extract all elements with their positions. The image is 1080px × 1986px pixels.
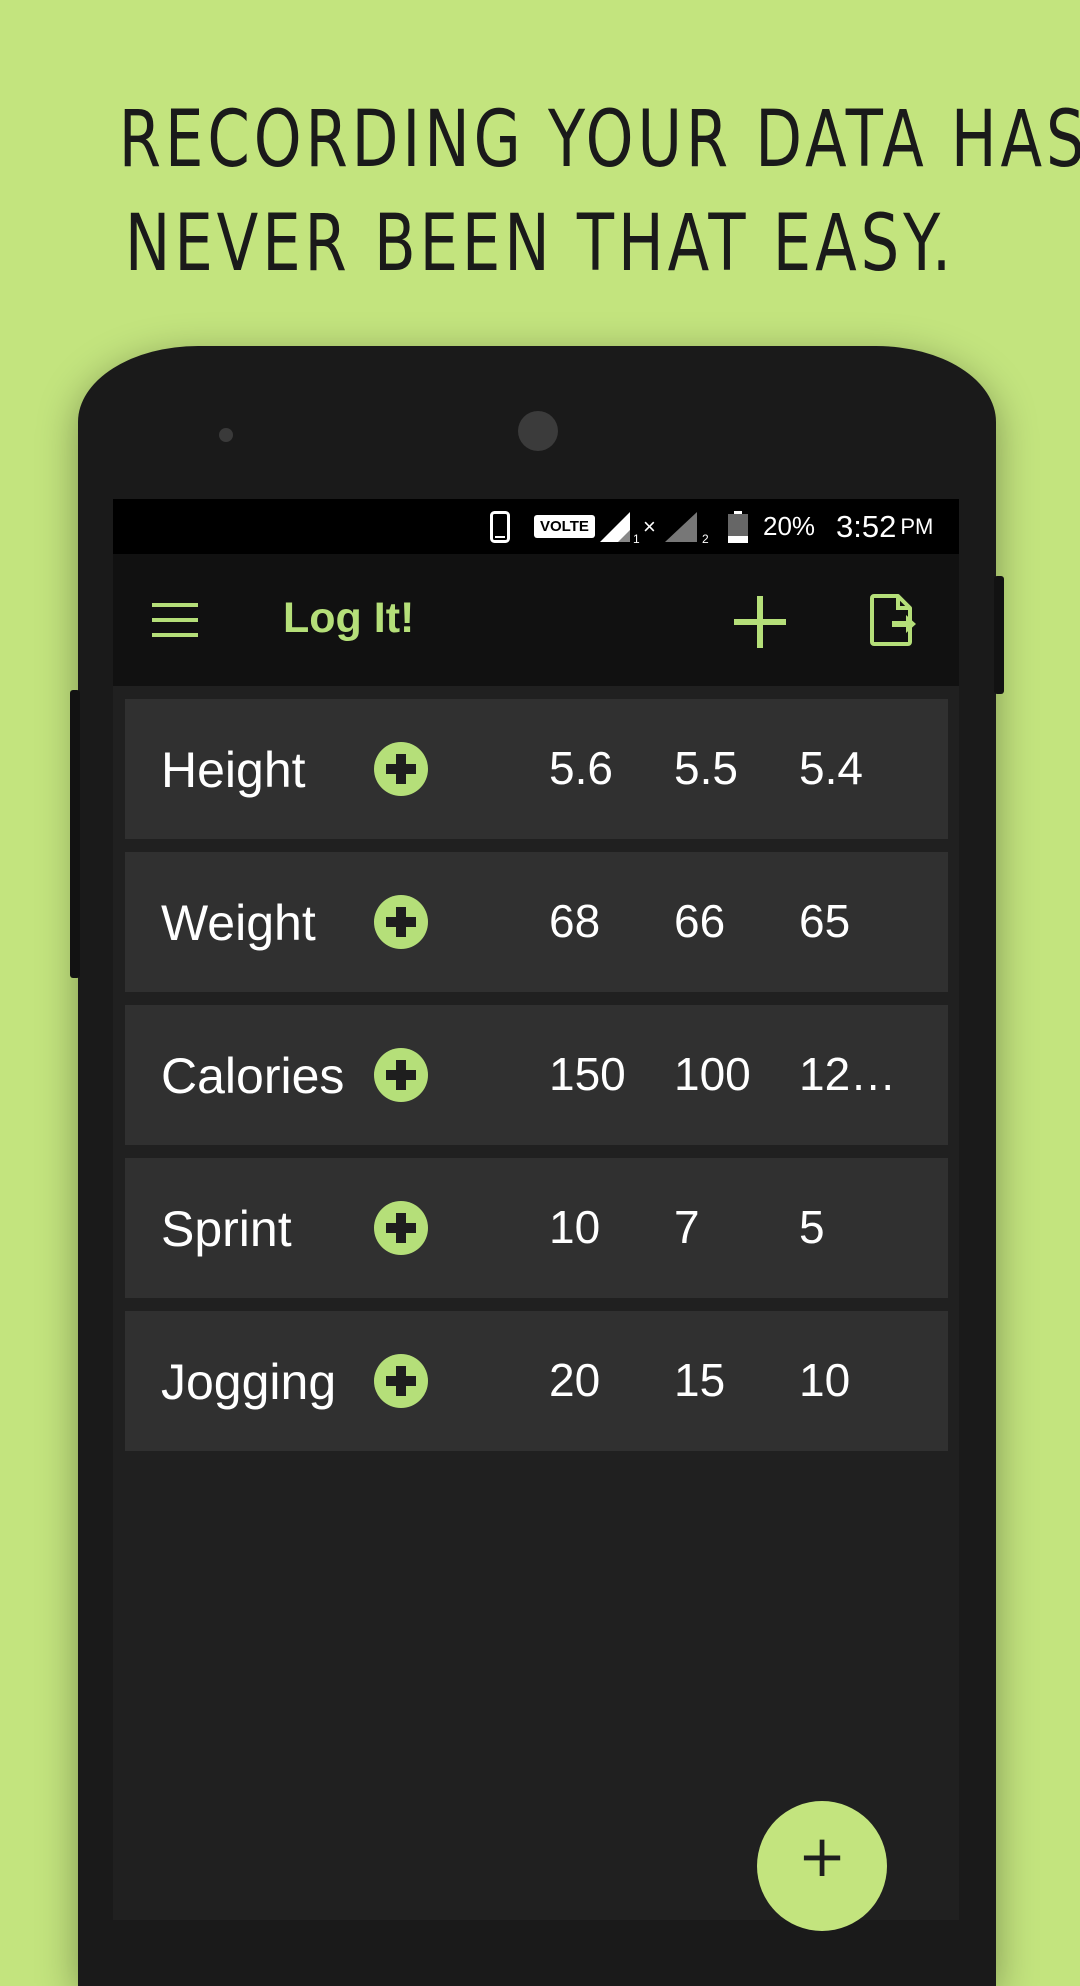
entry-value: 5.4	[799, 742, 863, 794]
entry-value: 68	[549, 895, 601, 947]
add-entry-icon[interactable]	[374, 742, 428, 796]
headline-line-1: RECORDING YOUR DATA HAS	[118, 95, 1080, 185]
phone-volume-button	[70, 690, 80, 978]
floating-add-button[interactable]: +	[757, 1801, 887, 1931]
entry-label: Calories	[161, 1048, 345, 1104]
status-bar: VOLTE 1 × 2 20% 3:52 PM	[113, 499, 959, 554]
entry-value: 150	[549, 1048, 626, 1100]
add-entry-icon[interactable]	[374, 1201, 428, 1255]
phone-camera	[518, 411, 558, 451]
entry-value: 100	[674, 1048, 751, 1100]
battery-icon	[728, 499, 748, 554]
entry-label: Weight	[161, 895, 316, 951]
clock-time: 3:52	[836, 508, 897, 544]
app-title: Log It!	[283, 594, 415, 642]
signal-icon-sim2	[665, 499, 699, 554]
phone-icon	[490, 499, 510, 554]
app-toolbar: Log It!	[113, 554, 959, 686]
entry-value: 10	[799, 1354, 851, 1406]
phone-power-button	[994, 576, 1004, 694]
clock: 3:52 PM	[836, 499, 933, 554]
entry-label: Jogging	[161, 1354, 337, 1410]
fab-plus-label: +	[797, 1822, 847, 1890]
list-item[interactable]: Height 5.6 5.5 5.4	[125, 699, 948, 839]
entry-label: Sprint	[161, 1201, 292, 1257]
export-icon[interactable]	[865, 592, 921, 648]
list-item[interactable]: Sprint 10 7 5	[125, 1158, 948, 1298]
entry-value: 5	[799, 1201, 825, 1253]
entry-value: 20	[549, 1354, 601, 1406]
entry-value: 12…	[799, 1048, 897, 1100]
battery-percentage: 20%	[763, 511, 816, 541]
list-item[interactable]: Calories 150 100 12…	[125, 1005, 948, 1145]
entry-value: 5.5	[674, 742, 738, 794]
add-entry-icon[interactable]	[374, 1048, 428, 1102]
entry-value: 10	[549, 1201, 601, 1253]
entry-value: 7	[674, 1201, 700, 1253]
menu-icon[interactable]	[149, 594, 201, 646]
entry-label: Height	[161, 742, 306, 798]
phone-sensor	[219, 428, 233, 442]
add-entry-icon[interactable]	[374, 1354, 428, 1408]
app-screen: VOLTE 1 × 2 20% 3:52 PM Log It! Height 5…	[113, 499, 959, 1920]
headline: RECORDING YOUR DATA HAS NEVER BEEN THAT …	[118, 88, 1080, 296]
no-service-mark: ×	[643, 513, 656, 539]
volte-badge: VOLTE	[534, 515, 595, 538]
list-item[interactable]: Weight 68 66 65	[125, 852, 948, 992]
entry-value: 66	[674, 895, 726, 947]
entry-value: 15	[674, 1354, 726, 1406]
add-icon[interactable]	[730, 592, 790, 652]
clock-ampm: PM	[900, 513, 934, 539]
entry-value: 5.6	[549, 742, 613, 794]
signal-icon-sim1	[600, 499, 632, 554]
entry-value: 65	[799, 895, 851, 947]
headline-line-2: NEVER BEEN THAT EASY.	[124, 199, 956, 289]
add-entry-icon[interactable]	[374, 895, 428, 949]
list-item[interactable]: Jogging 20 15 10	[125, 1311, 948, 1451]
